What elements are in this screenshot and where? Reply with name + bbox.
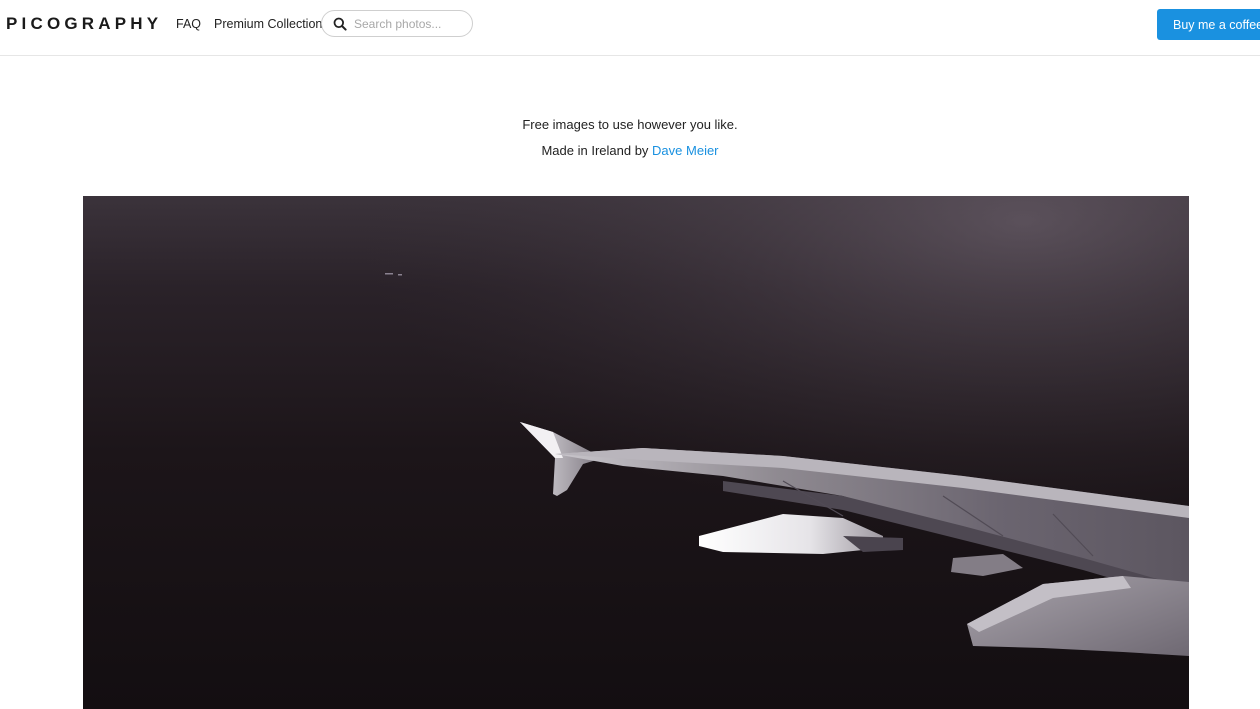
credit-prefix: Made in Ireland by: [541, 143, 649, 158]
site-logo[interactable]: PICOGRAPHY: [6, 13, 162, 35]
author-link[interactable]: Dave Meier: [652, 143, 718, 158]
buy-me-a-coffee-button[interactable]: Buy me a coffee: [1157, 9, 1260, 40]
nav-link-faq[interactable]: FAQ: [176, 17, 201, 31]
search-box[interactable]: [321, 10, 473, 37]
search-icon[interactable]: [333, 17, 347, 31]
nav-link-premium-collections[interactable]: Premium Collections: [214, 17, 329, 31]
top-navigation-bar: PICOGRAPHY FAQ Premium Collections Buy m…: [0, 0, 1260, 56]
hero-credit: Made in Ireland by Dave Meier: [0, 143, 1260, 159]
featured-photo[interactable]: [83, 196, 1189, 709]
airplane-wing-photo: [83, 196, 1189, 709]
search-input[interactable]: [354, 15, 466, 32]
hero-tagline: Free images to use however you like.: [522, 117, 738, 132]
